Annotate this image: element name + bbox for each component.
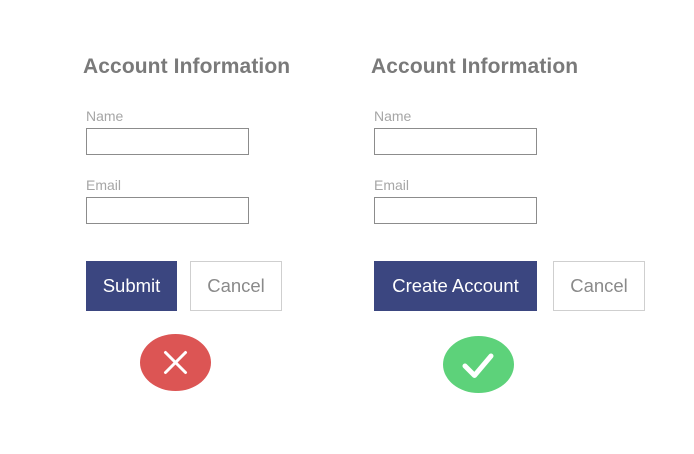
- cancel-button[interactable]: Cancel: [553, 261, 645, 311]
- email-label: Email: [86, 177, 122, 193]
- email-input[interactable]: [86, 197, 249, 224]
- form-heading: Account Information: [83, 55, 291, 78]
- incorrect-badge: [140, 334, 211, 391]
- name-input[interactable]: [86, 128, 249, 155]
- create-account-button[interactable]: Create Account: [374, 261, 537, 311]
- submit-button[interactable]: Submit: [86, 261, 177, 311]
- correct-badge: [443, 336, 514, 393]
- bad-example-form: Account Information Name Email Submit Ca…: [0, 0, 300, 454]
- name-input[interactable]: [374, 128, 537, 155]
- cancel-button[interactable]: Cancel: [190, 261, 282, 311]
- name-label: Name: [86, 108, 124, 124]
- name-label: Name: [374, 108, 412, 124]
- email-label: Email: [374, 177, 410, 193]
- comparison-stage: Account Information Name Email Submit Ca…: [0, 0, 694, 454]
- form-heading: Account Information: [371, 55, 579, 78]
- checkmark-icon: [462, 353, 494, 378]
- good-example-form: Account Information Name Email Create Ac…: [288, 0, 645, 454]
- x-icon: [164, 351, 187, 374]
- email-input[interactable]: [374, 197, 537, 224]
